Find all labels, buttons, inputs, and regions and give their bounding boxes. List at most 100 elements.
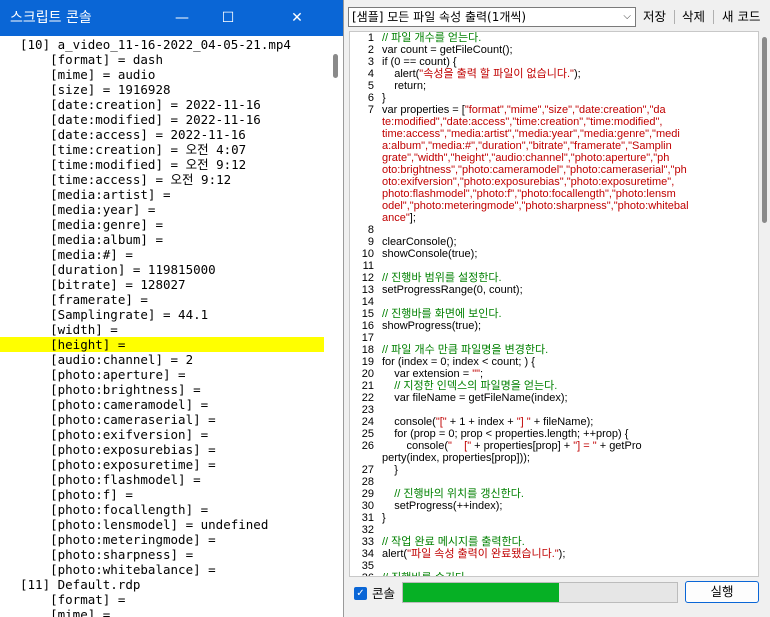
code-line: 13 setProgressRange(0, count); — [350, 284, 752, 296]
line-number: 6 — [367, 92, 374, 104]
code-token: clearConsole(); — [382, 236, 457, 248]
code-line: grate","width","height","audio:channel",… — [350, 152, 752, 164]
code-line: 11 — [350, 260, 752, 272]
line-number: 17 — [361, 332, 374, 344]
code-scrollbar[interactable] — [759, 31, 770, 577]
code-text: if (0 == count) { — [382, 56, 457, 68]
console-line: [Samplingrate] = 44.1 — [20, 307, 209, 322]
code-line: 32 — [350, 524, 752, 536]
code-comment: // 진행바의 위치를 갱신한다. — [382, 488, 524, 500]
code-string: grate","width","height","audio:channel",… — [382, 152, 670, 164]
code-line: 35 — [350, 560, 752, 572]
code-editor[interactable]: 1 // 파일 개수를 얻는다. 2 var count = getFileCount… — [349, 31, 759, 577]
code-token: showProgress(true); — [382, 320, 482, 332]
console-line: [photo:cameramodel] = — [20, 397, 209, 412]
line-number: 14 — [361, 296, 374, 308]
code-line: 27 } — [350, 464, 752, 476]
line-number: 22 — [361, 392, 374, 404]
code-token: alert( — [382, 548, 408, 560]
code-text: var count = getFileCount(); — [382, 44, 513, 56]
code-token: } — [382, 512, 386, 524]
code-line: 4 alert("속성을 출력 할 파일이 없습니다."); — [350, 68, 752, 80]
code-text: odel","photo:meteringmode","photo:sharpn… — [382, 200, 689, 212]
code-line: 6} — [350, 92, 752, 104]
save-button[interactable]: 저장 — [643, 9, 666, 25]
code-string: "속성을 출력 할 파일이 없습니다." — [419, 68, 574, 80]
code-text: showConsole(true); — [382, 248, 477, 260]
console-line-highlighted: [height] = — [0, 337, 324, 352]
run-button[interactable]: 실행 — [685, 581, 759, 603]
console-checkbox-label[interactable]: 콘솔 — [372, 586, 395, 601]
line-number: 27 — [361, 464, 374, 476]
new-code-button[interactable]: 새 코드 — [722, 9, 760, 25]
console-line: [photo:brightness] = — [20, 382, 201, 397]
code-text: // 파일 개수를 얻는다. — [382, 32, 481, 44]
code-string: "" — [472, 368, 480, 380]
code-line: a:album","media:#","duration","bitrate",… — [350, 140, 752, 152]
code-line: 18 // 파일 개수 만큼 파일명을 변경한다. — [350, 344, 752, 356]
code-text: console("[" + 1 + index + "] " + fileNam… — [382, 416, 593, 428]
code-token: ); — [558, 548, 566, 560]
code-text: // 진행바를 숨긴다. — [382, 572, 468, 576]
maximize-button[interactable]: ☐ — [205, 0, 251, 36]
code-token: var fileName = getFileName(index); — [382, 392, 568, 404]
code-text: setProgress(++index); — [382, 500, 502, 512]
line-number: 30 — [361, 500, 374, 512]
console-scrollbar[interactable] — [330, 36, 343, 617]
code-text: // 지정한 인덱스의 파일명을 얻는다. — [382, 380, 557, 392]
code-string: "] = " — [573, 440, 597, 452]
code-string: "파일 속성 출력이 완료됐습니다." — [407, 548, 559, 560]
console-line: [media:#] = — [20, 247, 133, 262]
code-line: 34 alert("파일 속성 출력이 완료됐습니다."); — [350, 548, 752, 560]
progress-bar — [402, 582, 678, 603]
code-line: te:modified","date:access","time:creatio… — [350, 116, 752, 128]
code-line: oto:exifversion","photo:exposurebias","p… — [350, 176, 752, 188]
code-string: "format","mime","size","date:creation","… — [464, 104, 666, 116]
console-checkbox[interactable]: ✓ — [354, 587, 367, 600]
code-line: 31} — [350, 512, 752, 524]
code-string: ance" — [382, 212, 410, 224]
line-number: 24 — [361, 416, 374, 428]
code-line: 17 — [350, 332, 752, 344]
code-text: time:access","media:artist","media:year"… — [382, 128, 680, 140]
line-number: 23 — [361, 404, 374, 416]
check-icon: ✓ — [356, 588, 365, 599]
code-string: time:access","media:artist","media:year"… — [382, 128, 680, 140]
delete-button[interactable]: 삭제 — [682, 9, 705, 25]
code-text: // 진행바를 화면에 보인다. — [382, 308, 502, 320]
script-select-value: [샘플] 모든 파일 속성 출력(1개씩) — [352, 10, 527, 24]
chevron-down-icon: ⌵ — [623, 11, 631, 22]
code-scroll-thumb[interactable] — [762, 37, 767, 223]
script-select-dropdown[interactable]: [샘플] 모든 파일 속성 출력(1개씩) ⌵ — [348, 7, 636, 27]
line-number: 32 — [361, 524, 374, 536]
close-button[interactable]: ✕ — [251, 0, 343, 36]
maximize-icon: ☐ — [221, 10, 235, 26]
code-token: for (prop = 0; prop < properties.length;… — [382, 428, 629, 440]
code-line: 2 var count = getFileCount(); — [350, 44, 752, 56]
console-output[interactable]: [10] a_video_11-16-2022_04-05-21.mp4 [fo… — [0, 36, 330, 617]
line-number: 1 — [367, 32, 374, 44]
console-scroll-thumb[interactable] — [333, 54, 338, 78]
line-number: 18 — [361, 344, 374, 356]
code-comment: // 진행바를 화면에 보인다. — [382, 308, 502, 320]
line-number: 29 — [361, 488, 374, 500]
code-string: te:modified","date:access","time:creatio… — [382, 116, 663, 128]
minimize-button[interactable]: — — [159, 0, 205, 36]
code-line: 33 // 작업 완료 메시지를 출력한다. — [350, 536, 752, 548]
console-line: [photo:f] = — [20, 487, 133, 502]
close-icon: ✕ — [291, 10, 303, 26]
line-number: 36 — [350, 572, 374, 576]
code-comment: // 파일 개수를 얻는다. — [382, 32, 482, 44]
code-text: for (prop = 0; prop < properties.length;… — [382, 428, 628, 440]
code-text: } — [382, 464, 398, 476]
console-titlebar[interactable]: 스크립트 콘솔 — ☐ ✕ — [0, 0, 343, 36]
code-text: grate","width","height","audio:channel",… — [382, 152, 669, 164]
console-line: [date:access] = 2022-11-16 — [20, 127, 246, 142]
console-line: [time:modified] = 오전 9:12 — [20, 157, 247, 172]
code-text: clearConsole(); — [382, 236, 457, 248]
code-text: photo:flashmodel","photo:f","photo:focal… — [382, 188, 676, 200]
code-line: 25 for (prop = 0; prop < properties.leng… — [350, 428, 752, 440]
code-token: ; — [480, 368, 484, 380]
line-number: 13 — [361, 284, 374, 296]
code-text: // 진행바 범위를 설정한다. — [382, 272, 502, 284]
